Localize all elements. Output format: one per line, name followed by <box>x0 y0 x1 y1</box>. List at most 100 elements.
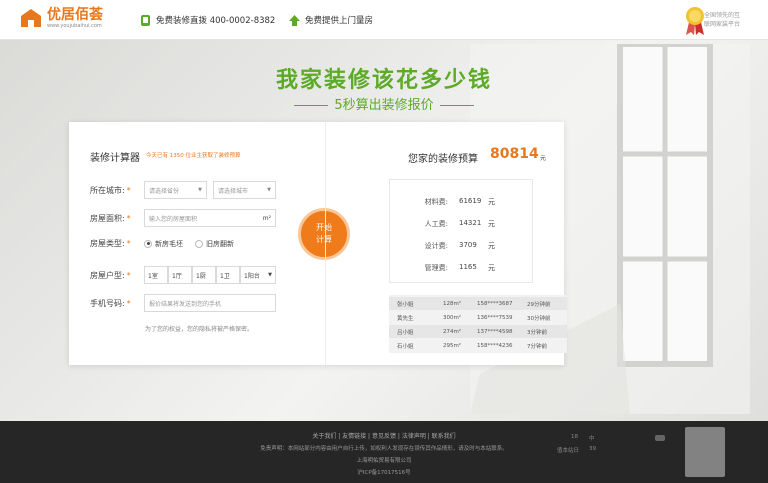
item-value: 61619 <box>459 197 482 205</box>
balcony-select[interactable]: 1阳台 ▼ <box>240 266 276 284</box>
divider-right <box>439 105 474 106</box>
record-area: 128m² <box>443 300 462 307</box>
footer-side-2: 中 <box>589 436 595 442</box>
record-phone: 137****4598 <box>477 328 513 335</box>
record-area: 274m² <box>443 328 462 335</box>
site-header: 优居佰荟 www.youjubaihui.com 免费装修直拨 400-0002… <box>0 0 768 40</box>
province-select[interactable]: 请选择省份 ▼ <box>144 181 207 199</box>
budget-label: 您家的装修预算 <box>408 154 478 165</box>
recent-records-list: 张小姐 128m² 158****3687 29分钟前 黄先生 300m² 136****… <box>389 295 567 353</box>
footer-smudge <box>655 435 665 441</box>
radio-new-house[interactable]: 新房毛坯 <box>144 239 183 249</box>
bath-value: 1卫 <box>220 272 230 280</box>
item-unit: 元 <box>488 220 495 228</box>
balcony-value: 1阳台 <box>244 272 260 280</box>
item-unit: 元 <box>488 264 495 272</box>
city-row: 所在城市: * 请选择省份 ▼ 请选择城市 ▼ <box>90 181 276 199</box>
hero-subtitle-text: 5秒算出装修报价 <box>334 98 434 113</box>
footer-links[interactable]: 关于我们 | 友情链接 | 意见反馈 | 法律声明 | 联系我们 <box>0 431 768 440</box>
badge-text: 全国领先的互 联网家装平台 <box>704 11 750 29</box>
badge-line-2: 联网家装平台 <box>704 21 741 28</box>
radio-dot <box>195 239 203 248</box>
item-unit: 元 <box>488 242 495 250</box>
area-unit: m² <box>262 214 271 222</box>
footer-side-3: 值本站日 <box>557 448 580 454</box>
budget-panel: 您家的装修预算 80814 元 材料费: 61619 元 人工费: 14321 元 设计… <box>325 122 567 365</box>
item-value: 3709 <box>459 241 477 249</box>
chevron-down-icon: ▼ <box>268 272 272 278</box>
phone-placeholder: 报价结果将发送到您的手机 <box>149 300 222 308</box>
radio-dot <box>144 239 152 248</box>
site-footer: 关于我们 | 友情链接 | 意见反馈 | 法律声明 | 联系我们 免责声明：本网… <box>0 421 768 483</box>
divider-left <box>294 105 329 106</box>
footer-disclaimer: 免责声明：本网站部分内容由用户自行上传，如权利人发现存在误传其作品情形，请及时与… <box>260 446 508 452</box>
city-label-text: 所在城市: <box>90 185 125 195</box>
site-logo[interactable]: 优居佰荟 www.youjubaihui.com <box>20 8 103 29</box>
required-star: * <box>126 185 131 195</box>
room-select[interactable]: 1室 <box>144 266 168 284</box>
required-star: * <box>126 298 131 308</box>
city-placeholder: 请选择城市 <box>218 187 249 195</box>
record-phone: 158****4236 <box>477 342 513 349</box>
item-value: 14321 <box>459 219 482 227</box>
kitchen-value: 1厨 <box>196 272 206 280</box>
record-name: 吕小姐 <box>397 329 414 336</box>
city-select[interactable]: 请选择城市 ▼ <box>213 181 276 199</box>
list-item: 石小姐 295m² 158****4236 7分钟前 <box>389 339 567 352</box>
budget-unit: 元 <box>540 155 547 162</box>
bath-select[interactable]: 1卫 <box>216 266 240 284</box>
logo-name: 优居佰荟 <box>47 7 103 23</box>
record-phone: 136****7539 <box>477 314 513 321</box>
area-row: 房屋面积: * 输入您的房屋面积 m² <box>90 209 276 227</box>
item-unit: 元 <box>488 198 495 206</box>
badge-line-1: 全国领先的互 <box>704 12 741 19</box>
privacy-note: 为了您的权益，您的隐私将被严格保密。 <box>145 326 254 333</box>
layout-row: 房屋户型: * 1室 1厅 1厨 1卫 1阳台 ▼ <box>90 266 276 284</box>
calculator-title: 装修计算器 <box>90 153 140 164</box>
record-time: 29分钟前 <box>527 301 551 308</box>
item-name: 设计费: <box>424 242 448 250</box>
measure-service[interactable]: 免费提供上门量房 <box>289 14 373 26</box>
list-item: 黄先生 300m² 136****7539 30分钟前 <box>389 311 567 324</box>
kitchen-select[interactable]: 1厨 <box>192 266 216 284</box>
required-star: * <box>126 239 131 248</box>
footer-side-4: 39 <box>589 446 596 452</box>
area-label-text: 房屋面积: <box>90 213 125 223</box>
hotline-text: 免费装修直拨 400-0002-8382 <box>156 16 276 26</box>
hall-select[interactable]: 1厅 <box>168 266 192 284</box>
house-type-label-text: 房屋类型: <box>90 239 125 248</box>
record-name: 石小姐 <box>397 343 414 350</box>
radio-old-house[interactable]: 旧房翻新 <box>195 239 234 249</box>
budget-breakdown: 材料费: 61619 元 人工费: 14321 元 设计费: 3709 元 管理费: 1165… <box>389 179 533 283</box>
breakdown-row: 人工费: 14321 元 <box>390 219 534 229</box>
hall-value: 1厅 <box>172 272 182 280</box>
house-type-row: 房屋类型: * 新房毛坯 旧房翻新 <box>90 238 246 249</box>
required-star: * <box>126 213 131 223</box>
calculator-card: 装修计算器 今天已有 1350 位业主获取了装修预算 所在城市: * 请选择省份 ▼… <box>69 122 567 365</box>
area-input[interactable]: 输入您的房屋面积 m² <box>144 209 276 227</box>
record-name: 张小姐 <box>397 301 414 308</box>
phone-label-text: 手机号码: <box>90 298 125 308</box>
breakdown-row: 管理费: 1165 元 <box>390 263 534 273</box>
hero-title: 我家装修该花多少钱 <box>275 68 492 93</box>
phone-input[interactable]: 报价结果将发送到您的手机 <box>144 294 276 312</box>
item-value: 1165 <box>459 263 477 271</box>
layout-label-text: 房屋户型: <box>90 270 125 280</box>
hero-subtitle: 5秒算出装修报价 <box>0 94 768 113</box>
record-area: 300m² <box>443 314 462 321</box>
budget-value: 80814 <box>490 146 539 162</box>
record-time: 30分钟前 <box>527 315 551 322</box>
radio-new-house-label: 新房毛坯 <box>155 239 183 248</box>
footer-company: 上海明佑贸易有限公司 <box>356 458 412 464</box>
hotline[interactable]: 免费装修直拨 400-0002-8382 <box>140 14 275 26</box>
phone-row: 手机号码: * 报价结果将发送到您的手机 <box>90 294 276 312</box>
phone-label: 手机号码: * <box>90 298 135 309</box>
item-name: 人工费: <box>424 220 448 228</box>
record-name: 黄先生 <box>397 315 414 322</box>
chevron-down-icon: ▼ <box>267 187 271 193</box>
layout-label: 房屋户型: * <box>90 270 135 281</box>
measure-text: 免费提供上门量房 <box>305 16 374 26</box>
province-placeholder: 请选择省份 <box>149 187 180 195</box>
footer-side-1: 18 <box>571 434 578 440</box>
chevron-down-icon: ▼ <box>198 187 202 193</box>
